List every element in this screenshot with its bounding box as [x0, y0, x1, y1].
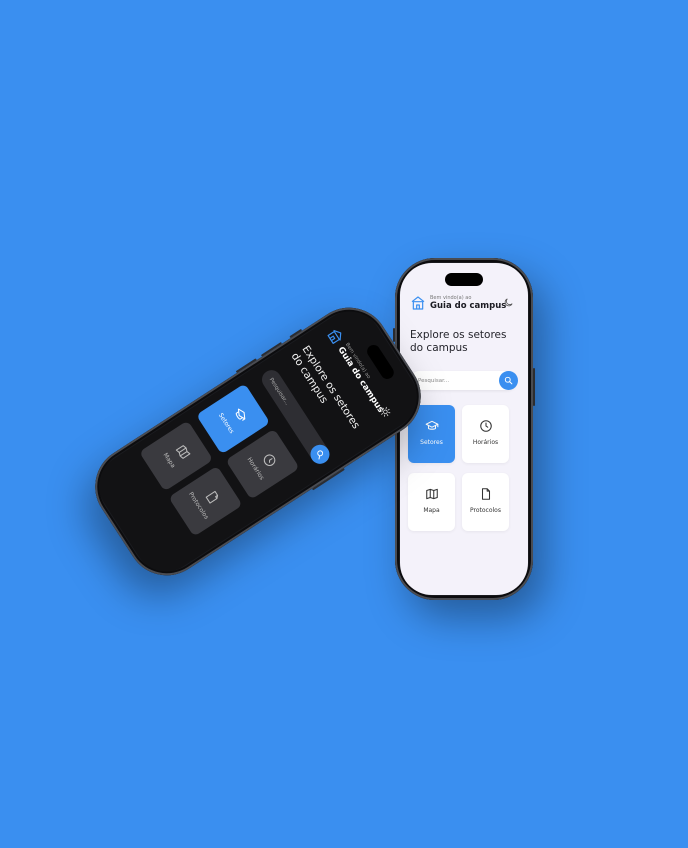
tile-label: Protocolos — [470, 507, 501, 514]
app-screen: Bem vindo(a) ao Guia do campus Explore o… — [86, 299, 430, 584]
document-icon — [481, 488, 491, 500]
page-headline: Explore os setores do campus — [410, 329, 507, 354]
dynamic-island — [445, 273, 483, 286]
search-button[interactable] — [499, 371, 518, 390]
phone-light-theme: Bem vindo(a) ao Guia do campus Explore o… — [393, 258, 535, 600]
search-bar — [410, 371, 518, 390]
moon-icon[interactable] — [503, 297, 514, 308]
tile-horarios[interactable]: Horários — [462, 405, 509, 463]
tile-label: Horários — [472, 439, 499, 446]
map-icon — [426, 488, 438, 500]
search-icon — [504, 376, 513, 385]
clock-icon — [480, 420, 492, 432]
tile-label: Setores — [420, 439, 443, 446]
tile-label: Mapa — [423, 507, 440, 514]
search-input[interactable] — [418, 375, 498, 386]
tile-protocolos[interactable]: Protocolos — [462, 473, 509, 531]
document-icon — [205, 490, 219, 504]
map-icon — [175, 445, 191, 459]
search-icon — [317, 450, 324, 460]
phone-power-button — [533, 368, 535, 406]
phone-dark-wrapper: Bem vindo(a) ao Guia do campus Explore o… — [79, 277, 437, 606]
phone-dark-theme: Bem vindo(a) ao Guia do campus Explore o… — [79, 292, 437, 591]
app-screen: Bem vindo(a) ao Guia do campus Explore o… — [400, 263, 528, 595]
clock-icon — [263, 454, 276, 466]
tile-mapa[interactable]: Mapa — [408, 473, 455, 531]
app-title: Guia do campus — [430, 301, 507, 311]
graduation-cap-icon — [425, 420, 439, 430]
app-header: Bem vindo(a) ao Guia do campus — [410, 293, 520, 315]
graduation-cap-icon — [235, 408, 246, 421]
